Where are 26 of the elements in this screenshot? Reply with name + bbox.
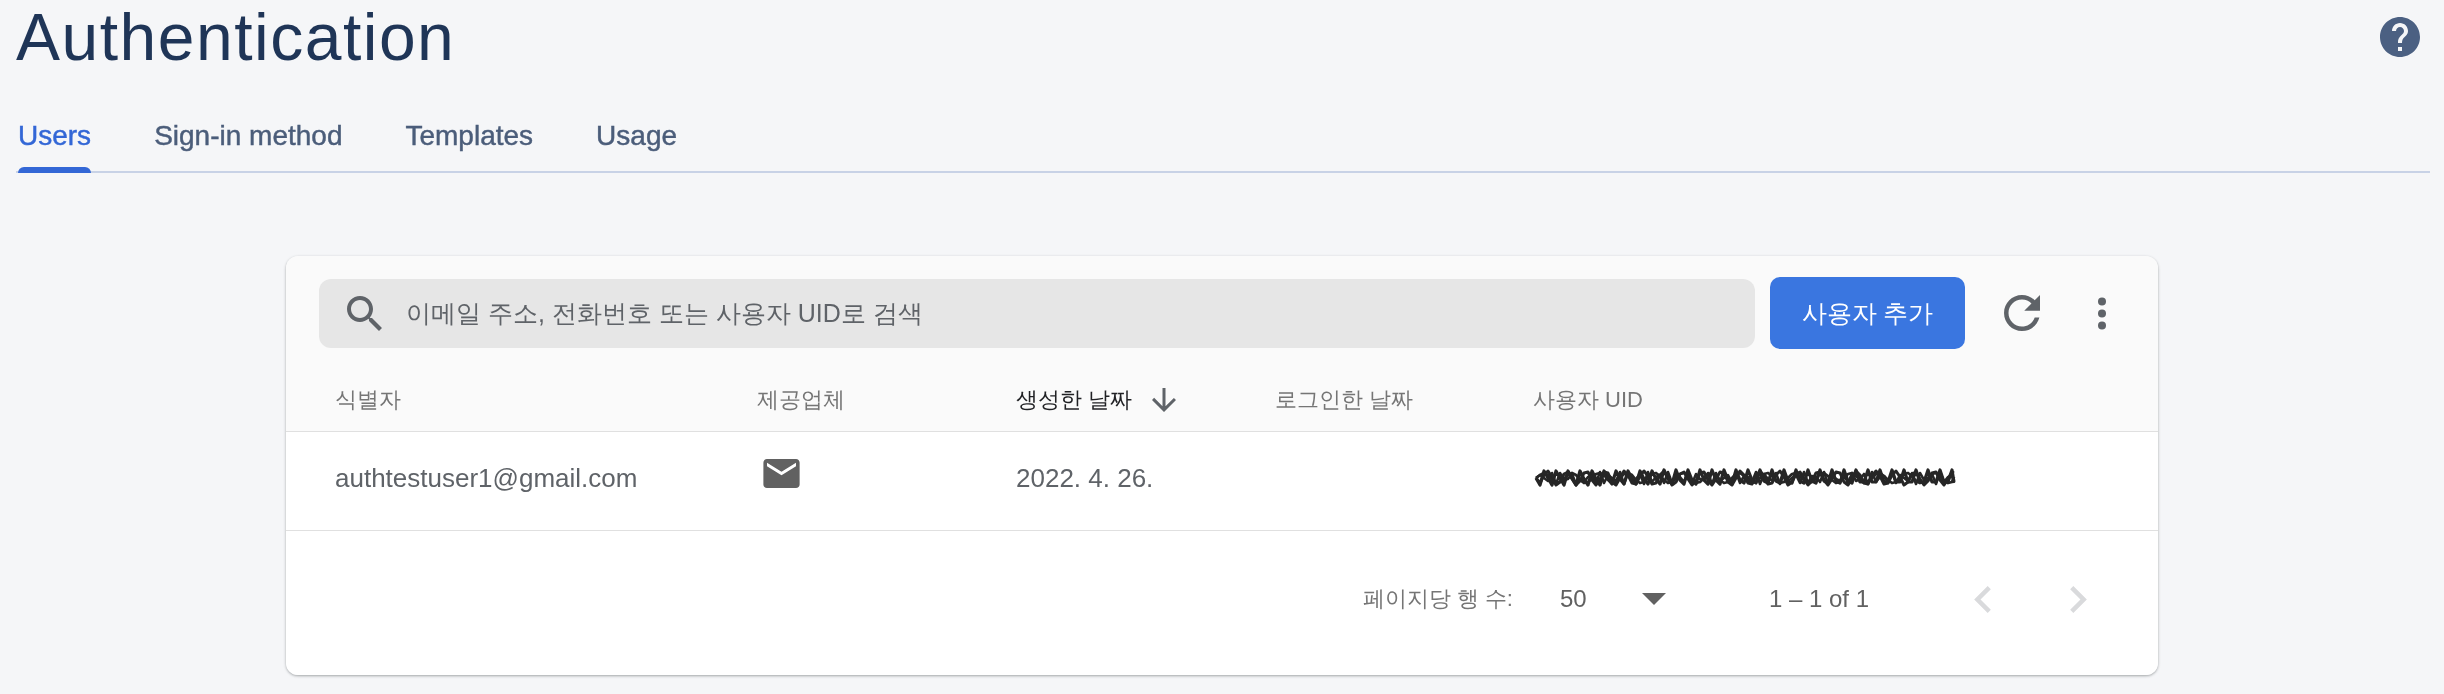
- search-icon: [347, 295, 382, 331]
- help-icon[interactable]: [2380, 17, 2420, 57]
- chevron-right-icon: [2069, 585, 2088, 613]
- sort-arrow-icon[interactable]: [1152, 388, 1177, 412]
- created-date: 2022. 4. 26.: [1016, 462, 1154, 493]
- rows-per-page-label: 페이지당 행 수:: [1362, 585, 1513, 613]
- chevron-left-icon: [1973, 585, 1992, 613]
- rows-per-page-select[interactable]: 50: [1559, 585, 1666, 613]
- tab[interactable]: Templates: [405, 120, 534, 173]
- mail-icon: [763, 458, 800, 488]
- column-header: 로그인한 날짜: [1275, 386, 1414, 414]
- column-header: 식별자: [335, 386, 401, 414]
- refresh-icon[interactable]: [2004, 295, 2040, 331]
- tab[interactable]: Sign-in method: [154, 120, 343, 173]
- page-range: 1 – 1 of 1: [1768, 585, 1869, 613]
- user-email: authtestuser1@gmail.com: [335, 462, 638, 493]
- column-header: 생성한 날짜: [1016, 386, 1133, 414]
- caret-icon: [1641, 593, 1666, 605]
- column-header: 사용자 UID: [1533, 386, 1643, 414]
- tab[interactable]: Usage: [596, 120, 678, 173]
- more-menu-icon[interactable]: [2098, 296, 2106, 330]
- search-field[interactable]: 이메일 주소, 전화번호 또는 사용자 UID로 검색: [319, 278, 1755, 348]
- page-title: Authentication: [16, 4, 456, 70]
- tab[interactable]: Users: [18, 120, 92, 173]
- add-user-button[interactable]: 사용자 추가: [1770, 277, 1965, 349]
- column-header: 제공업체: [757, 386, 845, 414]
